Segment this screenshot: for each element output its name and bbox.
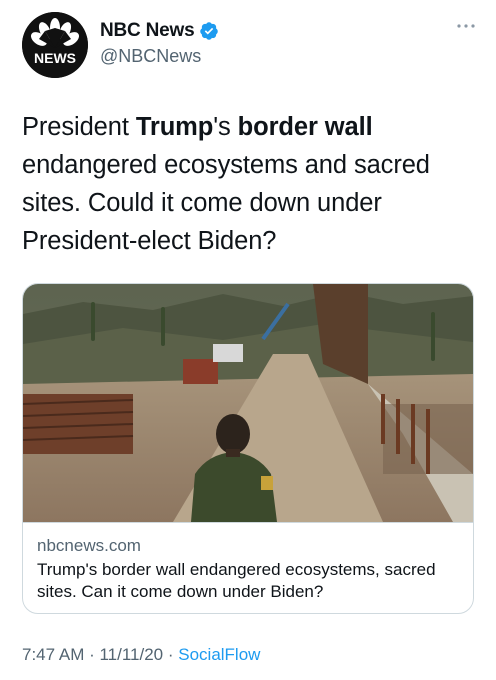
tweet-text-part: President — [22, 113, 136, 141]
nbc-peacock-logo: NEWS — [22, 12, 88, 78]
tweet-text-part: endangered ecosystems and sacred sites. … — [22, 151, 430, 255]
card-image[interactable] — [23, 284, 473, 522]
handle[interactable]: @NBCNews — [100, 46, 219, 67]
tweet-source-link[interactable]: SocialFlow — [178, 645, 260, 664]
card-meta: nbcnews.com Trump's border wall endanger… — [23, 522, 473, 613]
card-domain: nbcnews.com — [37, 536, 141, 555]
border-wall-photo — [23, 284, 473, 522]
tweet-time[interactable]: 7:47 AM — [22, 645, 84, 664]
link-card[interactable]: nbcnews.com Trump's border wall endanger… — [22, 283, 474, 614]
tweet: NEWS NBC News @NBCNews President Trump's… — [0, 0, 496, 680]
logo-text: NEWS — [34, 50, 76, 66]
card-title[interactable]: Trump's border wall endangered ecosystem… — [37, 559, 459, 603]
meta-separator: · — [163, 645, 179, 664]
nbc-news-avatar[interactable]: NEWS — [22, 12, 88, 78]
tweet-text: President Trump's border wall endangered… — [22, 108, 478, 260]
tweet-meta: 7:47 AM · 11/11/20 · SocialFlow — [22, 645, 260, 665]
display-name[interactable]: NBC News — [100, 20, 195, 42]
more-options-icon[interactable] — [456, 20, 476, 30]
meta-separator: · — [84, 645, 100, 664]
account-names: NBC News @NBCNews — [100, 18, 219, 67]
tweet-text-part: 's — [213, 113, 238, 141]
verified-badge-icon — [199, 21, 219, 41]
tweet-text-bold-border-wall: border wall — [237, 113, 373, 141]
tweet-date[interactable]: 11/11/20 — [99, 645, 163, 664]
tweet-text-bold-trump: Trump — [135, 113, 214, 141]
